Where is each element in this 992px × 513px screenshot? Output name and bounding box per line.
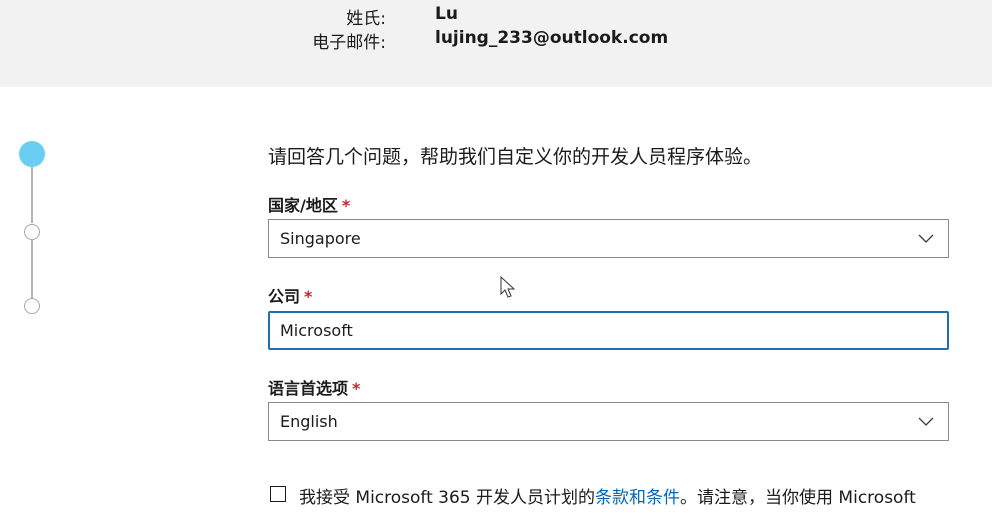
required-mark: * xyxy=(352,379,361,398)
surname-row: 姓氏: Lu xyxy=(0,4,992,29)
terms-consent-row: 我接受 Microsoft 365 开发人员计划的条款和条件。请注意，当你使用 … xyxy=(268,483,992,513)
language-select[interactable]: English xyxy=(268,402,949,441)
mouse-cursor-icon xyxy=(500,276,516,298)
country-label: 国家/地区 * xyxy=(268,192,350,216)
email-label: 电子邮件: xyxy=(312,33,386,53)
step-connector xyxy=(31,240,33,298)
country-select-value: Singapore xyxy=(280,229,361,248)
terms-checkbox[interactable] xyxy=(270,486,286,502)
surname-value: Lu xyxy=(435,4,458,24)
country-label-text: 国家/地区 xyxy=(268,196,338,215)
language-label: 语言首选项 * xyxy=(268,375,360,399)
company-input[interactable]: Microsoft xyxy=(268,311,949,350)
surname-label: 姓氏: xyxy=(346,9,386,29)
language-label-text: 语言首选项 xyxy=(268,379,349,398)
terms-text-after: 。请注意，当你使用 Microsoft xyxy=(680,488,916,508)
email-value: lujing_233@outlook.com xyxy=(435,28,669,48)
form-intro-text: 请回答几个问题，帮助我们自定义你的开发人员程序体验。 xyxy=(268,146,763,168)
step-connector xyxy=(31,167,33,223)
account-summary: 姓氏: Lu 电子邮件: lujing_233@outlook.com xyxy=(0,0,992,87)
progress-stepper xyxy=(0,87,80,493)
country-select[interactable]: Singapore xyxy=(268,219,949,258)
required-mark: * xyxy=(304,287,313,306)
company-input-value: Microsoft xyxy=(280,321,353,340)
terms-text-before: 我接受 Microsoft 365 开发人员计划的 xyxy=(299,488,596,508)
email-row: 电子邮件: lujing_233@outlook.com xyxy=(0,28,992,53)
required-mark: * xyxy=(341,196,351,215)
chevron-down-icon xyxy=(918,417,934,426)
step-1-indicator-active xyxy=(19,141,45,167)
language-select-value: English xyxy=(280,412,338,431)
step-3-indicator xyxy=(24,298,40,314)
terms-consent-text: 我接受 Microsoft 365 开发人员计划的条款和条件。请注意，当你使用 … xyxy=(299,483,916,508)
company-label: 公司 * xyxy=(268,283,312,307)
company-label-text: 公司 xyxy=(268,287,301,306)
step-2-indicator xyxy=(24,224,40,240)
chevron-down-icon xyxy=(918,234,934,243)
terms-link[interactable]: 条款和条件 xyxy=(595,488,680,508)
